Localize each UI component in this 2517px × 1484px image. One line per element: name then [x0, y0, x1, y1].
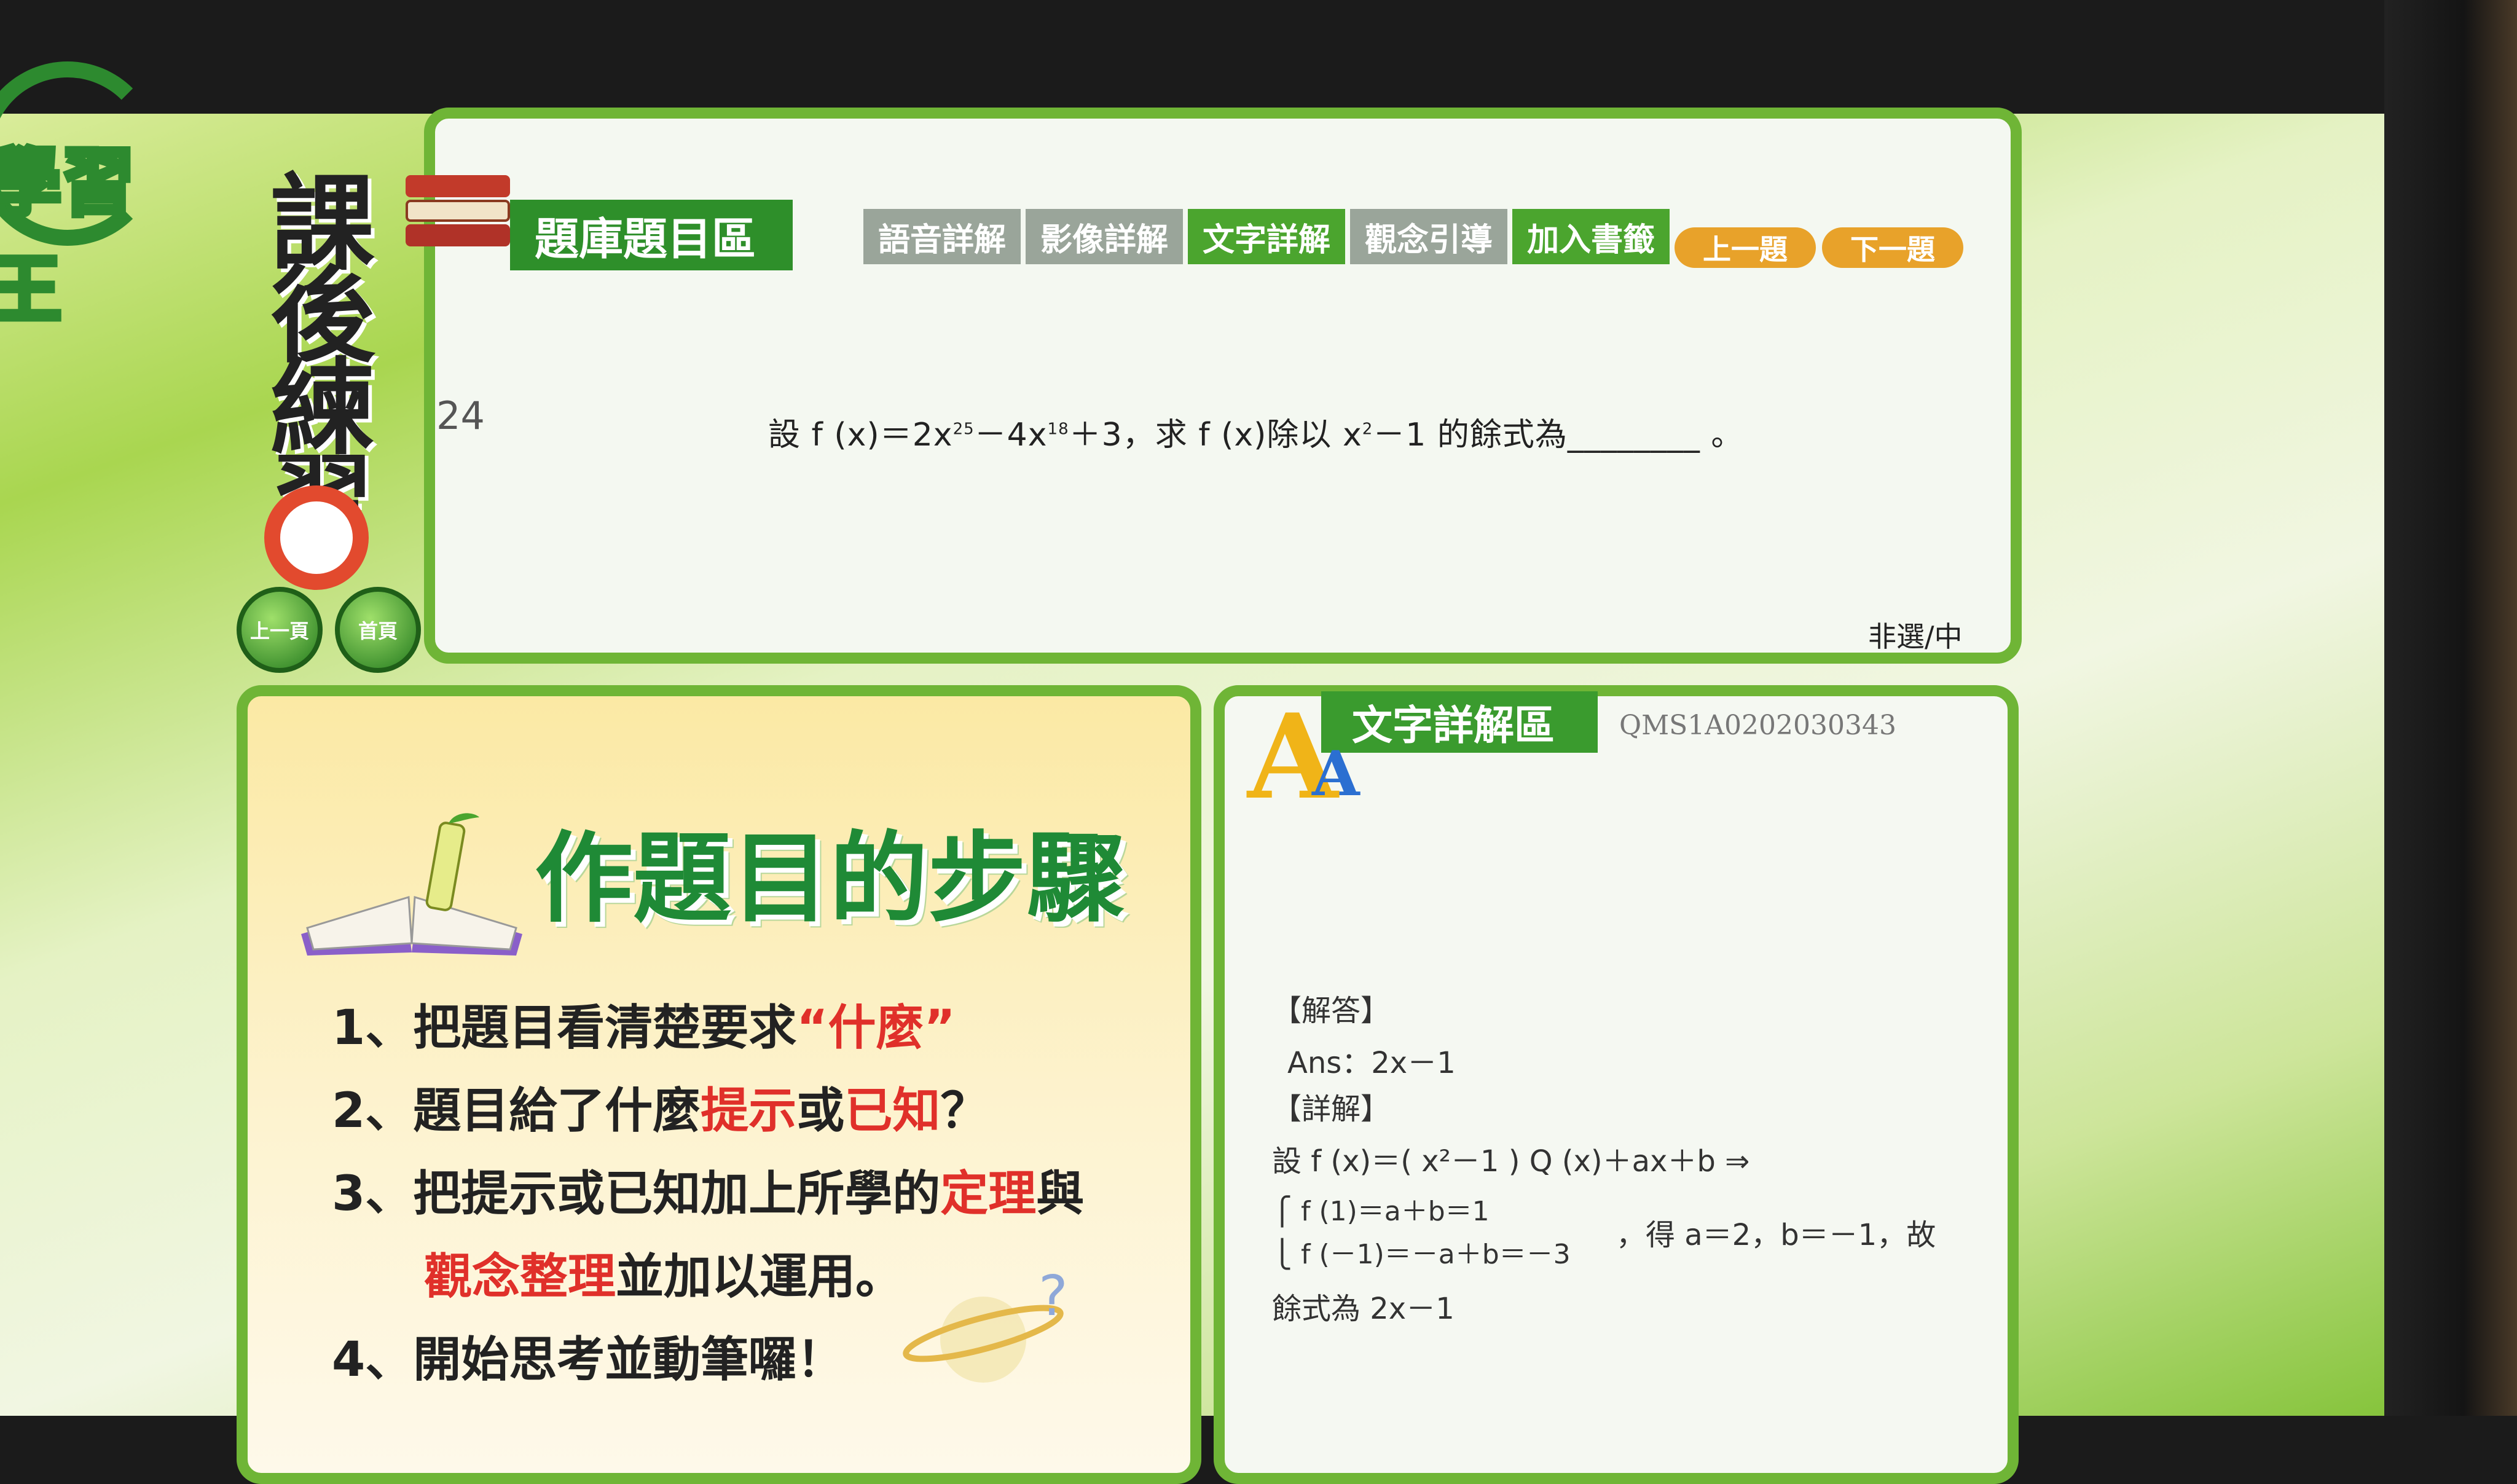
- detail-line: ，得 a＝2，b＝－1，故: [1616, 1218, 1936, 1252]
- home-button[interactable]: 首頁: [335, 587, 421, 673]
- step-2: 2、題目給了什麼提示或已知？: [332, 1072, 988, 1141]
- question-panel-title: 題庫題目區: [510, 200, 793, 270]
- add-bookmark-button[interactable]: 加入書籤: [1512, 209, 1670, 264]
- prev-question-button[interactable]: 上一題: [1675, 227, 1816, 268]
- exponent: 25: [952, 420, 975, 439]
- title-ring-icon: [264, 485, 369, 590]
- detail-label: 【詳解】: [1272, 1092, 1391, 1126]
- app-logo: 學習王: [0, 37, 184, 336]
- next-question-button[interactable]: 下一題: [1822, 227, 1963, 268]
- answer-value: Ans：2x－1: [1287, 1046, 1456, 1080]
- step-text: 或: [796, 1083, 845, 1139]
- aa-text-icon-small: A: [1312, 737, 1360, 810]
- tab-audio-explain[interactable]: 語音詳解: [863, 209, 1021, 264]
- tab-video-explain[interactable]: 影像詳解: [1026, 209, 1184, 264]
- monitor-bezel: [2384, 0, 2517, 1416]
- step-highlight: 定理: [940, 1166, 1037, 1222]
- question-panel: [424, 108, 2022, 664]
- answer-label: 【解答】: [1272, 994, 1391, 1028]
- step-highlight: 已知: [844, 1083, 941, 1139]
- step-text: 3、把提示或已知加上所學的: [332, 1166, 941, 1222]
- tab-concept-guide[interactable]: 觀念引導: [1350, 209, 1508, 264]
- prev-page-button[interactable]: 上一頁: [237, 587, 323, 673]
- detail-line: 餘式為 2x－1: [1272, 1292, 1455, 1326]
- detail-line: ⎧ f (1)＝a＋b＝1: [1272, 1196, 1490, 1227]
- question-code: QMS1A0202030343: [1619, 710, 1896, 741]
- step-highlight: 提示: [701, 1083, 797, 1139]
- home-label: 首頁: [358, 619, 398, 643]
- detail-tabs: 語音詳解 影像詳解 文字詳解 觀念引導 加入書籤: [863, 209, 1670, 264]
- step-4: 4、開始思考並動筆囉！: [332, 1332, 845, 1388]
- step-text: 1、把題目看清楚要求: [332, 1000, 797, 1056]
- exponent: 18: [1047, 420, 1069, 439]
- question-number: 24: [436, 393, 485, 438]
- tab-text-explain[interactable]: 文字詳解: [1188, 209, 1346, 264]
- vertical-title-char: 練: [270, 348, 375, 469]
- book-pencil-icon: [301, 813, 522, 956]
- step-highlight: “什麼”: [796, 1000, 956, 1056]
- question-text-part: －1 的餘式為________ 。: [1373, 417, 1744, 453]
- detail-line: 設 f (x)＝( x²－1 ) Q (x)＋ax＋b ⇒: [1272, 1144, 1750, 1179]
- exponent: 2: [1362, 420, 1373, 439]
- svg-text:?: ?: [1039, 1272, 1068, 1329]
- step-highlight: 觀念整理: [424, 1249, 616, 1305]
- detail-line: ⎩ f (－1)＝－a＋b＝－3: [1272, 1239, 1571, 1270]
- step-text: 並加以運用。: [616, 1249, 904, 1305]
- prev-page-label: 上一頁: [249, 619, 309, 643]
- lightbulb-icon: ?: [903, 1272, 1068, 1383]
- books-icon: [406, 175, 510, 258]
- step-3: 3、把提示或已知加上所學的定理與: [332, 1155, 1084, 1224]
- logo-text: 學習王: [0, 138, 138, 336]
- question-text-part: －4x: [974, 417, 1048, 453]
- step-text: 2、題目給了什麼: [332, 1083, 701, 1139]
- steps-title: 作題目的步驟: [535, 821, 1125, 936]
- answer-panel-title: 文字詳解區: [1321, 691, 1598, 753]
- step-text: 與: [1036, 1166, 1085, 1222]
- question-text: 設 f (x)＝2x25－4x18＋3，求 f (x)除以 x2－1 的餘式為_…: [768, 409, 1743, 455]
- difficulty-label: 非選/中: [1868, 620, 1963, 653]
- step-text: ？: [940, 1083, 989, 1139]
- vertical-title: 課 後 練 習: [252, 172, 393, 510]
- question-text-part: ＋3，求 f (x)除以 x: [1069, 417, 1362, 453]
- step-1: 1、把題目看清楚要求“什麼”: [332, 989, 956, 1058]
- question-text-part: 設 f (x)＝2x: [768, 417, 953, 453]
- step-3-continued: 觀念整理並加以運用。: [424, 1238, 903, 1307]
